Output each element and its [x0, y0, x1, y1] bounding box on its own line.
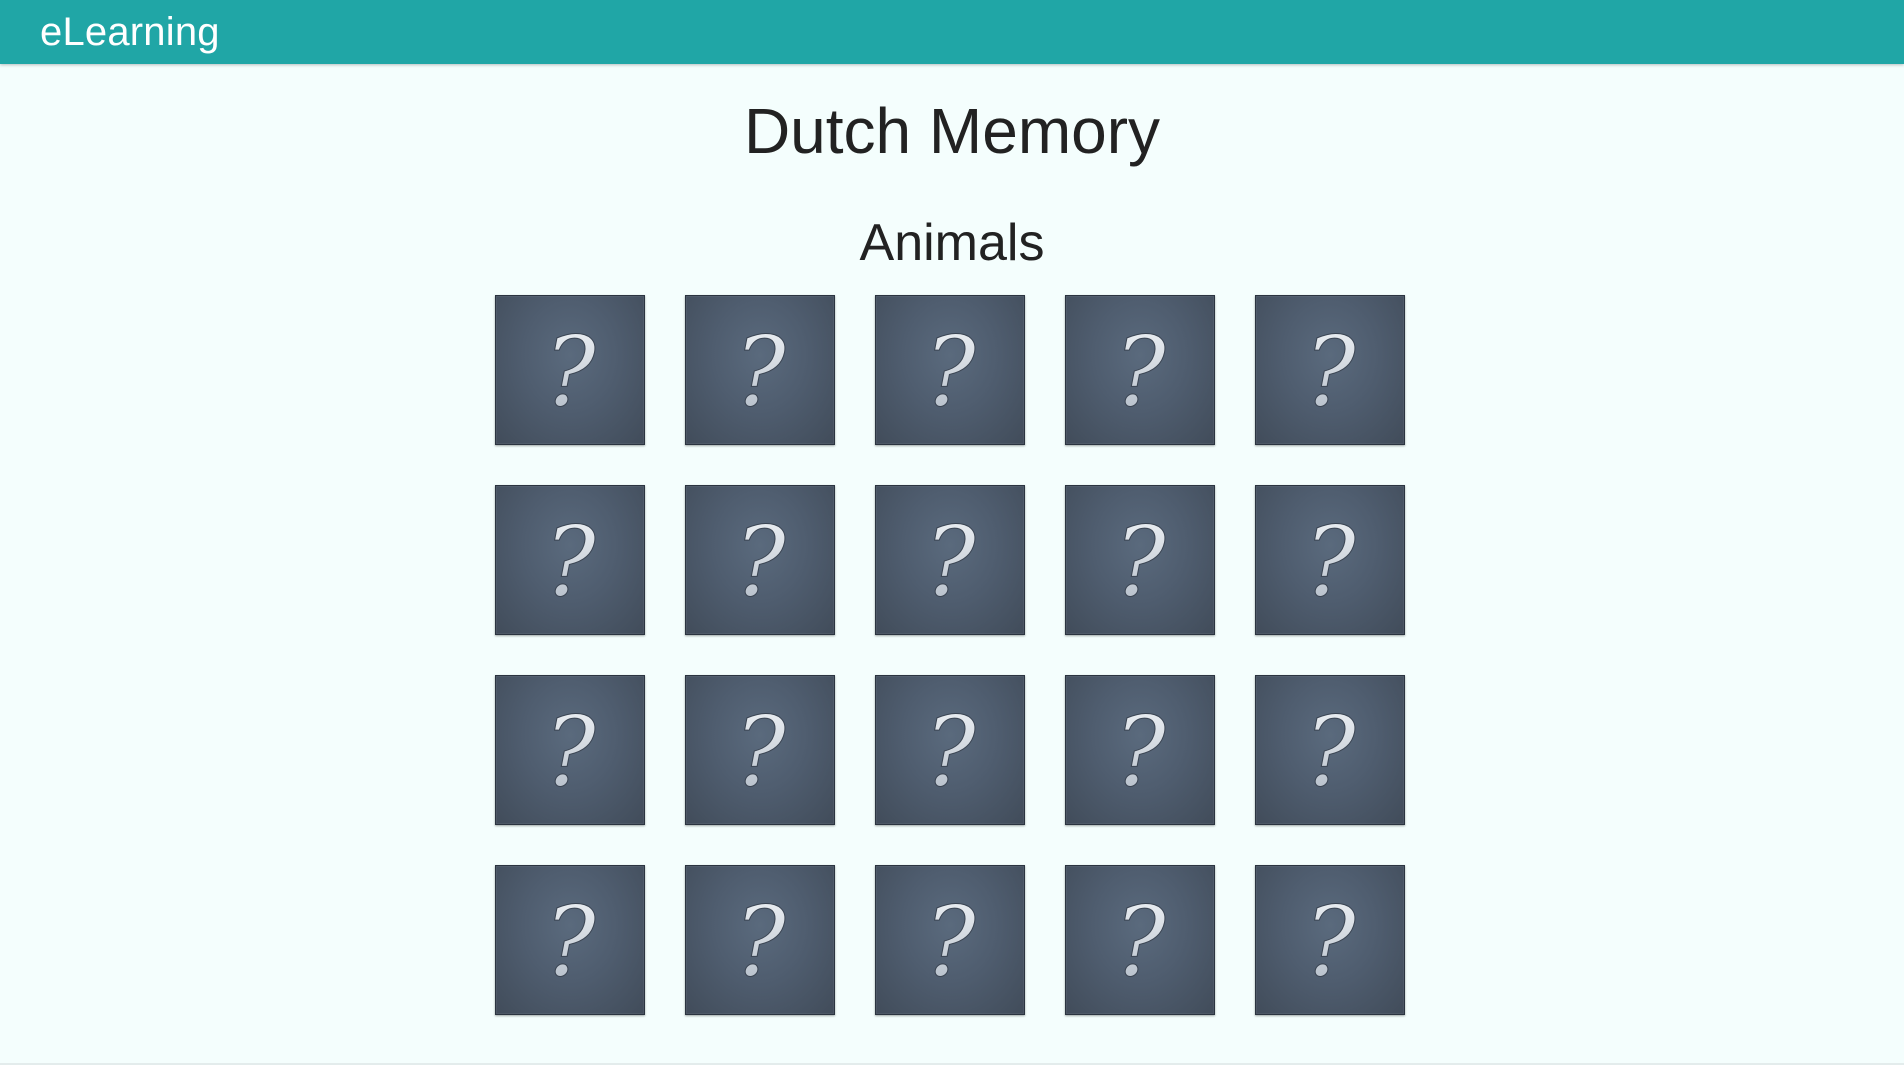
card-face-glyph: ?: [734, 705, 786, 795]
memory-card[interactable]: ?: [875, 295, 1025, 445]
memory-card-grid: ????????????????????: [495, 295, 1405, 1015]
memory-card[interactable]: ?: [685, 295, 835, 445]
memory-card[interactable]: ?: [875, 675, 1025, 825]
app-title[interactable]: eLearning: [40, 0, 220, 64]
memory-card[interactable]: ?: [1255, 675, 1405, 825]
card-face-glyph: ?: [1114, 325, 1166, 415]
memory-card[interactable]: ?: [875, 865, 1025, 1015]
question-mark-icon: ?: [734, 325, 787, 415]
card-face-glyph: ?: [544, 705, 596, 795]
card-face-glyph: ?: [924, 705, 976, 795]
question-mark-icon: ?: [544, 705, 597, 795]
memory-card[interactable]: ?: [685, 485, 835, 635]
memory-card[interactable]: ?: [1255, 485, 1405, 635]
memory-card[interactable]: ?: [1255, 865, 1405, 1015]
card-face-glyph: ?: [1114, 515, 1166, 605]
app-bar: eLearning: [0, 0, 1904, 64]
card-face-glyph: ?: [544, 515, 596, 605]
memory-card[interactable]: ?: [685, 865, 835, 1015]
question-mark-icon: ?: [924, 325, 977, 415]
page-title: Dutch Memory: [743, 95, 1161, 167]
card-face-glyph: ?: [1114, 895, 1166, 985]
memory-card[interactable]: ?: [1255, 295, 1405, 445]
question-mark-icon: ?: [924, 895, 977, 985]
question-mark-icon: ?: [734, 705, 787, 795]
card-face-glyph: ?: [734, 325, 786, 415]
question-mark-icon: ?: [924, 515, 977, 605]
memory-card[interactable]: ?: [495, 485, 645, 635]
card-face-glyph: ?: [734, 515, 786, 605]
card-face-glyph: ?: [1304, 895, 1356, 985]
question-mark-icon: ?: [1304, 895, 1357, 985]
memory-card[interactable]: ?: [1065, 295, 1215, 445]
question-mark-icon: ?: [924, 705, 977, 795]
card-face-glyph: ?: [1304, 325, 1356, 415]
card-face-glyph: ?: [924, 515, 976, 605]
memory-card[interactable]: ?: [685, 675, 835, 825]
question-mark-icon: ?: [1114, 325, 1167, 415]
memory-card[interactable]: ?: [1065, 485, 1215, 635]
card-face-glyph: ?: [1114, 705, 1166, 795]
card-face-glyph: ?: [734, 895, 786, 985]
card-face-glyph: ?: [1304, 515, 1356, 605]
question-mark-icon: ?: [734, 895, 787, 985]
memory-card[interactable]: ?: [1065, 865, 1215, 1015]
question-mark-icon: ?: [1304, 515, 1357, 605]
question-mark-icon: ?: [1114, 895, 1167, 985]
question-mark-icon: ?: [544, 325, 597, 415]
category-title: Animals: [859, 214, 1045, 272]
page: eLearning Dutch Memory Animals ?????????…: [0, 0, 1904, 1065]
card-face-glyph: ?: [544, 325, 596, 415]
memory-card[interactable]: ?: [495, 865, 645, 1015]
question-mark-icon: ?: [734, 515, 787, 605]
card-face-glyph: ?: [1304, 705, 1356, 795]
memory-card[interactable]: ?: [495, 295, 645, 445]
card-face-glyph: ?: [924, 895, 976, 985]
question-mark-icon: ?: [544, 515, 597, 605]
question-mark-icon: ?: [1114, 705, 1167, 795]
question-mark-icon: ?: [1304, 705, 1357, 795]
main-content: Dutch Memory Animals ???????????????????…: [0, 64, 1904, 1065]
memory-card[interactable]: ?: [1065, 675, 1215, 825]
memory-card[interactable]: ?: [495, 675, 645, 825]
card-face-glyph: ?: [544, 895, 596, 985]
question-mark-icon: ?: [1304, 325, 1357, 415]
question-mark-icon: ?: [1114, 515, 1167, 605]
card-face-glyph: ?: [924, 325, 976, 415]
question-mark-icon: ?: [544, 895, 597, 985]
memory-card[interactable]: ?: [875, 485, 1025, 635]
